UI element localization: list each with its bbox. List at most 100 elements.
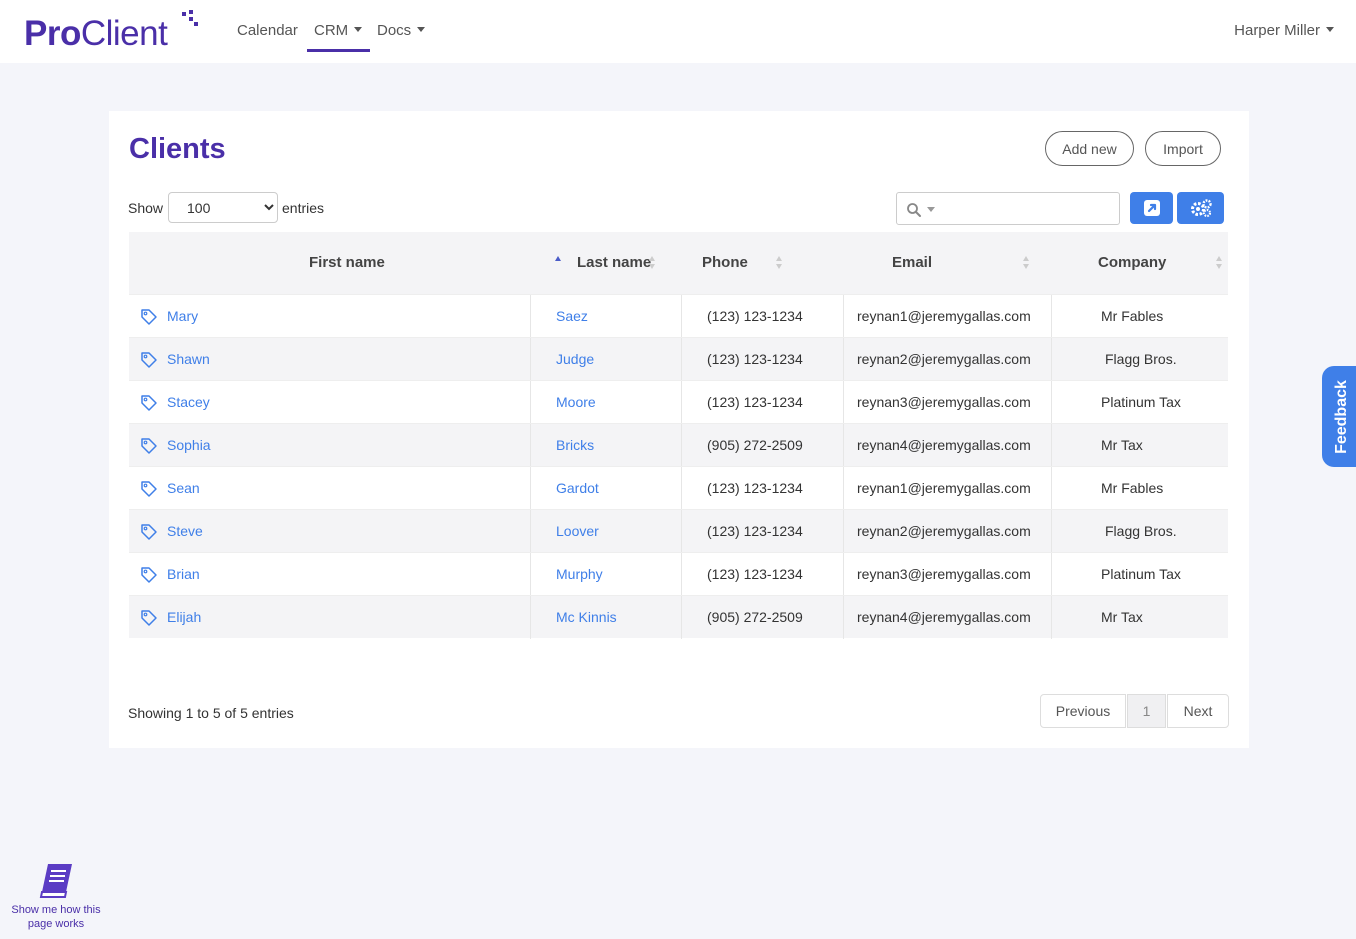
- last-name-link[interactable]: Moore: [556, 381, 596, 424]
- import-button[interactable]: Import: [1145, 131, 1221, 166]
- column-divider: [843, 467, 844, 510]
- next-page-button[interactable]: Next: [1167, 694, 1229, 728]
- column-header-last-name[interactable]: Last name: [577, 232, 651, 294]
- email-cell: reynan4@jeremygallas.com: [857, 609, 1031, 625]
- tag-icon[interactable]: [140, 566, 158, 584]
- column-divider: [843, 424, 844, 467]
- top-navbar: ProClient Calendar CRM Docs Harper Mille…: [0, 0, 1356, 63]
- phone-cell: (123) 123-1234: [707, 566, 803, 582]
- page-1-button[interactable]: 1: [1127, 694, 1166, 728]
- table-row: Shawn Judge (123) 123-1234 reynan2@jeremyga…: [129, 337, 1228, 381]
- search-options-caret-icon[interactable]: [927, 207, 935, 212]
- tag-icon[interactable]: [140, 609, 158, 627]
- tag-icon[interactable]: [140, 394, 158, 412]
- user-menu-dropdown[interactable]: Harper Miller: [1234, 20, 1334, 42]
- column-divider: [681, 510, 682, 553]
- logo-pro-text: Pro: [24, 14, 81, 53]
- phone-cell: (123) 123-1234: [707, 480, 803, 496]
- email-cell: reynan4@jeremygallas.com: [857, 437, 1031, 453]
- logo-client-text: Client: [80, 14, 168, 53]
- add-new-button[interactable]: Add new: [1045, 131, 1134, 166]
- last-name-link[interactable]: Judge: [556, 338, 594, 381]
- first-name-link[interactable]: Brian: [167, 553, 200, 596]
- column-header-company[interactable]: Company: [1098, 232, 1166, 294]
- column-header-first-name[interactable]: First name: [309, 232, 385, 294]
- column-divider: [530, 553, 531, 596]
- column-divider: [1051, 295, 1052, 338]
- last-name-link[interactable]: Loover: [556, 510, 599, 553]
- tag-icon[interactable]: [140, 308, 158, 326]
- feedback-label: Feedback: [1333, 379, 1350, 454]
- tag-icon[interactable]: [140, 480, 158, 498]
- nav-active-indicator: [307, 49, 370, 52]
- sort-ascending-icon[interactable]: [555, 256, 562, 270]
- column-divider: [843, 510, 844, 553]
- column-divider: [1051, 510, 1052, 553]
- clients-table: First name Last name Phone Email Company…: [129, 232, 1228, 639]
- feedback-tab[interactable]: Feedback: [1322, 366, 1356, 467]
- company-cell: Platinum Tax: [1101, 394, 1181, 410]
- first-name-link[interactable]: Sean: [167, 467, 200, 510]
- company-cell: Mr Fables: [1101, 480, 1164, 496]
- column-divider: [530, 510, 531, 553]
- sort-icon[interactable]: [776, 256, 783, 270]
- column-divider: [1051, 381, 1052, 424]
- email-cell: reynan1@jeremygallas.com: [857, 480, 1031, 496]
- nav-calendar[interactable]: Calendar: [237, 20, 298, 42]
- chevron-down-icon: [1326, 27, 1334, 32]
- phone-cell: (905) 272-2509: [707, 609, 803, 625]
- column-divider: [843, 596, 844, 639]
- tag-icon[interactable]: [140, 523, 158, 541]
- column-divider: [530, 338, 531, 381]
- tag-icon[interactable]: [140, 437, 158, 455]
- show-label: Show: [128, 200, 164, 216]
- column-divider: [1051, 553, 1052, 596]
- first-name-link[interactable]: Shawn: [167, 338, 210, 381]
- last-name-link[interactable]: Murphy: [556, 553, 603, 596]
- nav-crm-dropdown[interactable]: CRM: [314, 20, 363, 42]
- search-box[interactable]: [896, 192, 1120, 225]
- previous-page-button[interactable]: Previous: [1040, 694, 1126, 728]
- last-name-link[interactable]: Saez: [556, 295, 588, 338]
- tag-icon[interactable]: [140, 351, 158, 369]
- phone-cell: (905) 272-2509: [707, 437, 803, 453]
- search-input[interactable]: [941, 195, 1111, 222]
- column-divider: [681, 467, 682, 510]
- column-divider: [843, 553, 844, 596]
- table-header: First name Last name Phone Email Company: [129, 232, 1228, 294]
- export-button[interactable]: [1130, 192, 1173, 224]
- last-name-link[interactable]: Gardot: [556, 467, 599, 510]
- table-row: Mary Saez (123) 123-1234 reynan1@jeremygall…: [129, 294, 1228, 338]
- column-divider: [1051, 424, 1052, 467]
- first-name-link[interactable]: Mary: [167, 295, 198, 338]
- column-header-email[interactable]: Email: [892, 232, 932, 294]
- column-divider: [1051, 596, 1052, 639]
- first-name-link[interactable]: Steve: [167, 510, 203, 553]
- last-name-link[interactable]: Bricks: [556, 424, 594, 467]
- first-name-link[interactable]: Stacey: [167, 381, 210, 424]
- gears-icon: [1190, 199, 1212, 218]
- table-row: Stacey Moore (123) 123-1234 reynan3@jeremyg…: [129, 380, 1228, 424]
- column-divider: [530, 424, 531, 467]
- last-name-link[interactable]: Mc Kinnis: [556, 596, 617, 639]
- table-settings-button[interactable]: [1177, 192, 1224, 224]
- nav-crm-label: CRM: [314, 22, 349, 39]
- phone-cell: (123) 123-1234: [707, 523, 803, 539]
- email-cell: reynan1@jeremygallas.com: [857, 308, 1031, 324]
- company-cell: Flagg Bros.: [1105, 523, 1177, 539]
- company-cell: Mr Fables: [1101, 308, 1164, 324]
- proclient-logo[interactable]: ProClient: [24, 14, 168, 54]
- nav-docs-dropdown[interactable]: Docs: [377, 20, 426, 42]
- table-row: Elijah Mc Kinnis (905) 272-2509 reynan4@jer…: [129, 595, 1228, 639]
- first-name-link[interactable]: Elijah: [167, 596, 201, 639]
- company-cell: Mr Tax: [1101, 437, 1143, 453]
- page-help-widget[interactable]: Show me how this page works: [4, 862, 108, 931]
- first-name-link[interactable]: Sophia: [167, 424, 211, 467]
- column-header-phone[interactable]: Phone: [702, 232, 748, 294]
- email-cell: reynan2@jeremygallas.com: [857, 523, 1031, 539]
- sort-icon[interactable]: [1023, 256, 1030, 270]
- column-divider: [530, 295, 531, 338]
- sort-icon[interactable]: [1216, 256, 1223, 270]
- sort-icon[interactable]: [649, 256, 656, 270]
- entries-per-page-select[interactable]: 100: [168, 192, 278, 223]
